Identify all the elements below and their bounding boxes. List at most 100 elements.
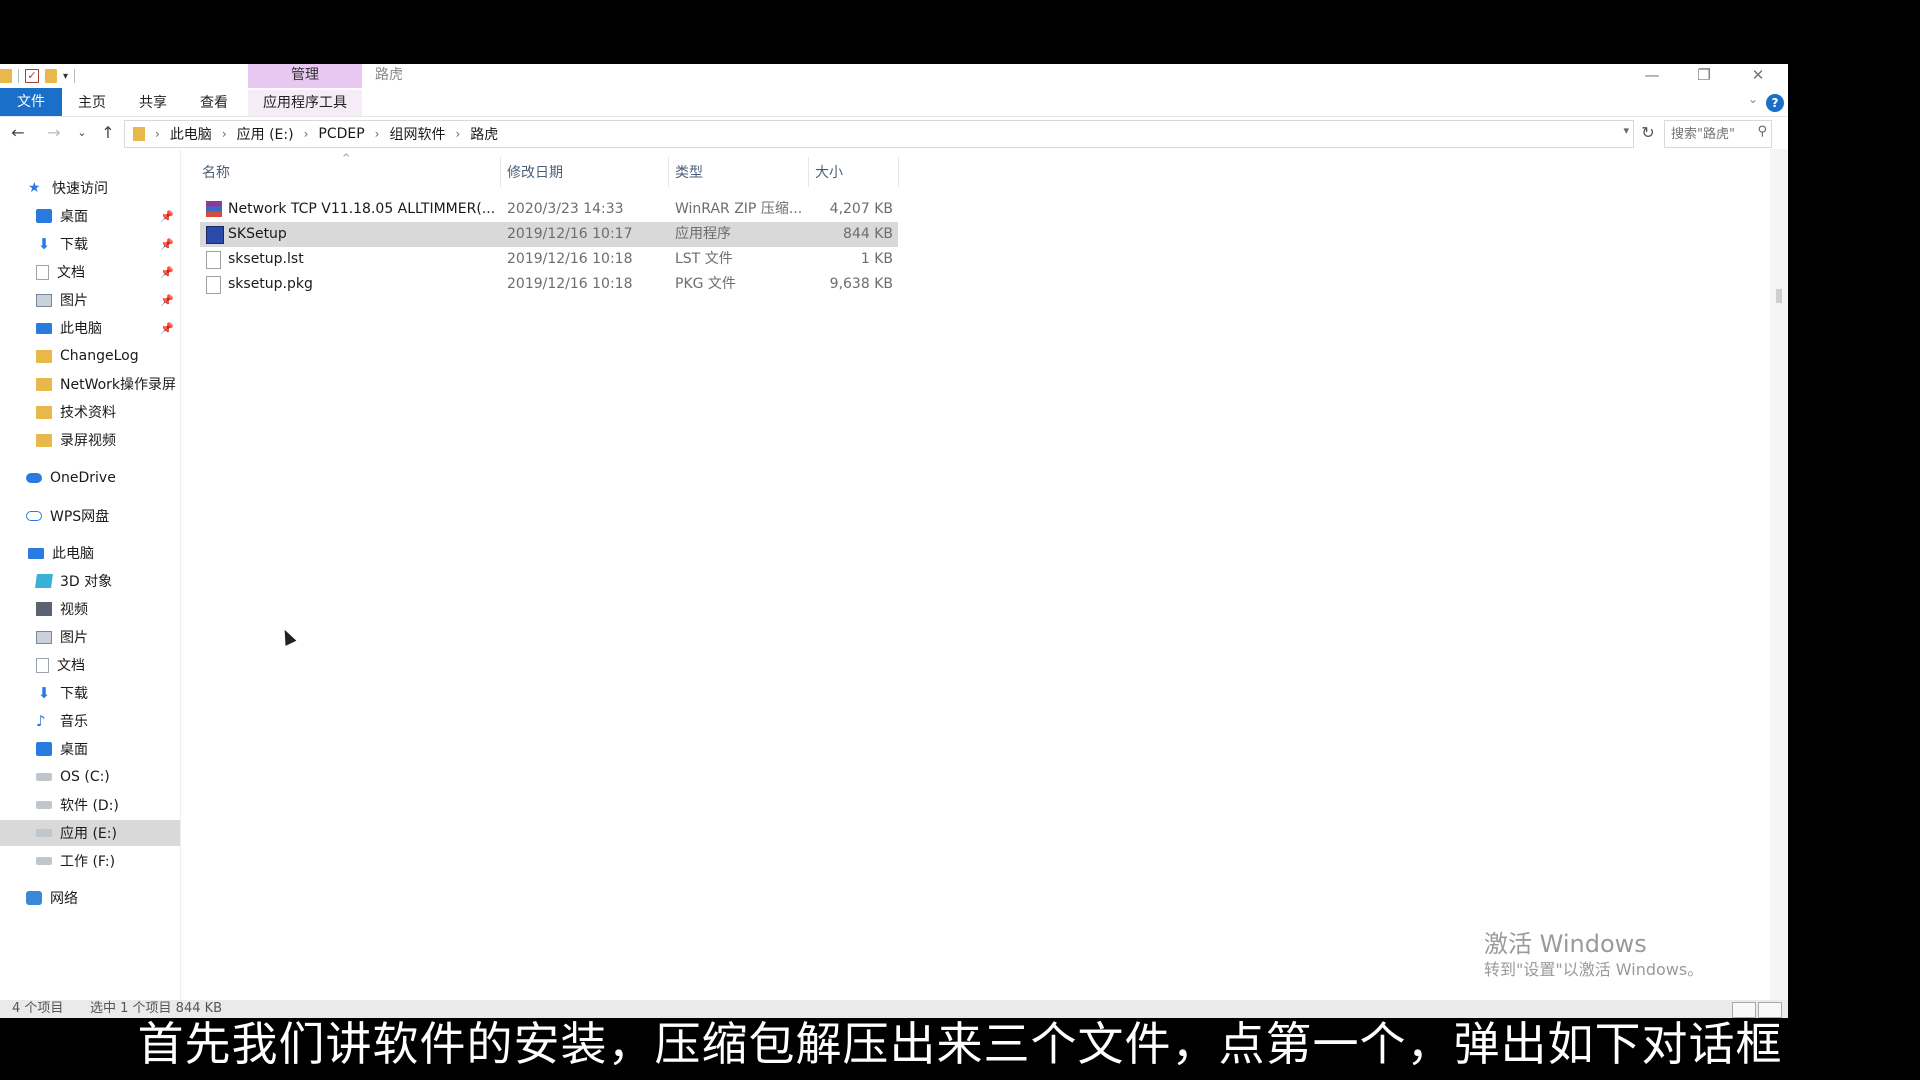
document-icon [36,657,49,673]
tab-share[interactable]: 共享 [133,90,173,116]
ribbon-tabs: 文件 主页 共享 查看 应用程序工具 ⌄ ? [0,88,1788,117]
breadcrumb-drive-e[interactable]: 应用 (E:) [237,124,294,144]
sidebar-item-music[interactable]: ♪ 音乐 [0,708,180,734]
pin-icon[interactable]: 📌 [160,266,174,279]
pin-icon[interactable]: 📌 [160,210,174,223]
breadcrumb-pcdep[interactable]: PCDEP [318,126,364,142]
tab-file[interactable]: 文件 [0,88,62,116]
search-input[interactable] [1665,121,1753,147]
video-subtitle: 首先我们讲软件的安装，压缩包解压出来三个文件，点第一个，弹出如下对话框 [137,1017,1783,1071]
sidebar-item-pictures[interactable]: 图片 📌 [0,287,180,313]
expand-ribbon-icon[interactable]: ⌄ [1748,92,1758,106]
sidebar-item-pc-downloads[interactable]: ⬇ 下载 [0,680,180,706]
file-size: 844 KB [843,226,893,242]
column-divider[interactable] [500,157,501,187]
help-icon[interactable]: ? [1766,94,1784,112]
sidebar-item-pc-pictures[interactable]: 图片 [0,624,180,650]
winrar-icon [206,201,222,217]
tab-application-tools[interactable]: 应用程序工具 [248,90,362,116]
navigation-bar: ← → ⌄ ↑ › 此电脑 › 应用 (E:) › PCDEP › 组网软件 ›… [0,117,1788,149]
chevron-right-icon[interactable]: › [375,127,380,141]
scrollbar-thumb[interactable] [1776,289,1782,303]
column-header-type[interactable]: 类型 [675,161,703,185]
table-row[interactable]: Network TCP V11.18.05 ALLTIMMER(... 2020… [200,197,898,222]
computer-icon [28,547,44,559]
sidebar-item-this-pc[interactable]: 此电脑 [0,540,180,566]
computer-icon [36,322,52,334]
properties-icon[interactable]: ✓ [25,69,39,83]
divider [18,69,19,83]
divider [74,69,76,83]
address-history-chevron-icon[interactable]: ▾ [1623,124,1629,137]
pin-icon[interactable]: 📌 [160,238,174,251]
table-row[interactable]: sksetup.lst 2019/12/16 10:18 LST 文件 1 KB [200,247,898,272]
breadcrumb-networking-software[interactable]: 组网软件 [389,124,445,144]
chevron-right-icon[interactable]: › [155,127,160,141]
pictures-icon [36,630,52,644]
close-button[interactable]: ✕ [1738,64,1778,88]
file-type: WinRAR ZIP 压缩... [675,201,803,217]
music-note-icon: ♪ [36,712,46,730]
pane-divider[interactable] [180,149,181,1018]
chevron-right-icon[interactable]: › [455,127,460,141]
column-divider[interactable] [898,157,899,187]
sidebar-item-desktop[interactable]: 桌面 📌 [0,203,180,229]
up-arrow-icon[interactable]: ↑ [96,121,120,145]
sidebar-item-pc-documents[interactable]: 文档 [0,652,180,678]
file-date: 2019/12/16 10:18 [507,276,633,292]
forward-arrow-icon[interactable]: → [42,121,66,145]
column-header-date[interactable]: 修改日期 [507,161,563,185]
customize-qat-icon[interactable]: ▾ [63,71,68,82]
back-arrow-icon[interactable]: ← [6,121,30,145]
sidebar-item-drive-c[interactable]: OS (C:) [0,764,180,790]
sidebar-item-onedrive[interactable]: OneDrive [0,465,180,491]
maximize-button[interactable]: ❐ [1684,64,1724,88]
recent-locations-chevron-icon[interactable]: ⌄ [70,121,94,145]
search-box[interactable]: ⚲ [1664,120,1772,148]
sidebar-item-quick-access[interactable]: ★ 快速访问 [0,175,180,201]
sidebar-item-3d-objects[interactable]: 3D 对象 [0,568,180,594]
sidebar-item-screen-videos[interactable]: 录屏视频 [0,427,180,453]
vertical-scrollbar[interactable] [1770,149,1788,1018]
sidebar-item-pc-desktop[interactable]: 桌面 [0,736,180,762]
sidebar-item-downloads[interactable]: ⬇ 下载 📌 [0,231,180,257]
pin-icon[interactable]: 📌 [160,294,174,307]
tab-home[interactable]: 主页 [72,90,112,116]
address-bar[interactable]: › 此电脑 › 应用 (E:) › PCDEP › 组网软件 › 路虎 ▾ [124,120,1634,148]
breadcrumb-current-folder[interactable]: 路虎 [470,124,498,144]
refresh-icon[interactable]: ↻ [1636,121,1660,145]
sidebar-item-drive-e[interactable]: 应用 (E:) [0,820,180,846]
sidebar-item-tech-docs[interactable]: 技术资料 [0,399,180,425]
file-name: SKSetup [228,226,287,242]
sidebar-item-network[interactable]: 网络 [0,885,180,911]
file-type: 应用程序 [675,226,731,242]
file-icon [206,276,221,294]
tab-view[interactable]: 查看 [194,90,234,116]
column-header-name[interactable]: 名称 [202,161,230,185]
column-divider[interactable] [668,157,669,187]
sidebar-item-this-pc-quick[interactable]: 此电脑 📌 [0,315,180,341]
manage-context-tab[interactable]: 管理 [248,64,362,88]
sidebar-item-drive-f[interactable]: 工作 (F:) [0,848,180,874]
network-icon [26,891,42,905]
sidebar-item-changelog[interactable]: ChangeLog [0,343,180,369]
search-icon[interactable]: ⚲ [1757,124,1767,139]
sidebar-item-drive-d[interactable]: 软件 (D:) [0,792,180,818]
sidebar-item-wps-drive[interactable]: WPS网盘 [0,503,180,529]
new-folder-icon[interactable] [45,69,57,83]
file-name: sksetup.lst [228,251,304,267]
pin-icon[interactable]: 📌 [160,322,174,335]
minimize-button[interactable]: — [1632,64,1672,88]
pictures-icon [36,293,52,307]
breadcrumb-this-pc[interactable]: 此电脑 [170,124,212,144]
table-row[interactable]: SKSetup 2019/12/16 10:17 应用程序 844 KB [200,222,898,247]
file-type: LST 文件 [675,251,733,267]
sidebar-item-videos[interactable]: 视频 [0,596,180,622]
table-row[interactable]: sksetup.pkg 2019/12/16 10:18 PKG 文件 9,63… [200,272,898,297]
column-divider[interactable] [808,157,809,187]
sidebar-item-documents[interactable]: 文档 📌 [0,259,180,285]
chevron-right-icon[interactable]: › [222,127,227,141]
chevron-right-icon[interactable]: › [304,127,309,141]
sidebar-item-network-recordings[interactable]: NetWork操作录屏 [0,371,180,397]
column-header-size[interactable]: 大小 [815,161,843,185]
